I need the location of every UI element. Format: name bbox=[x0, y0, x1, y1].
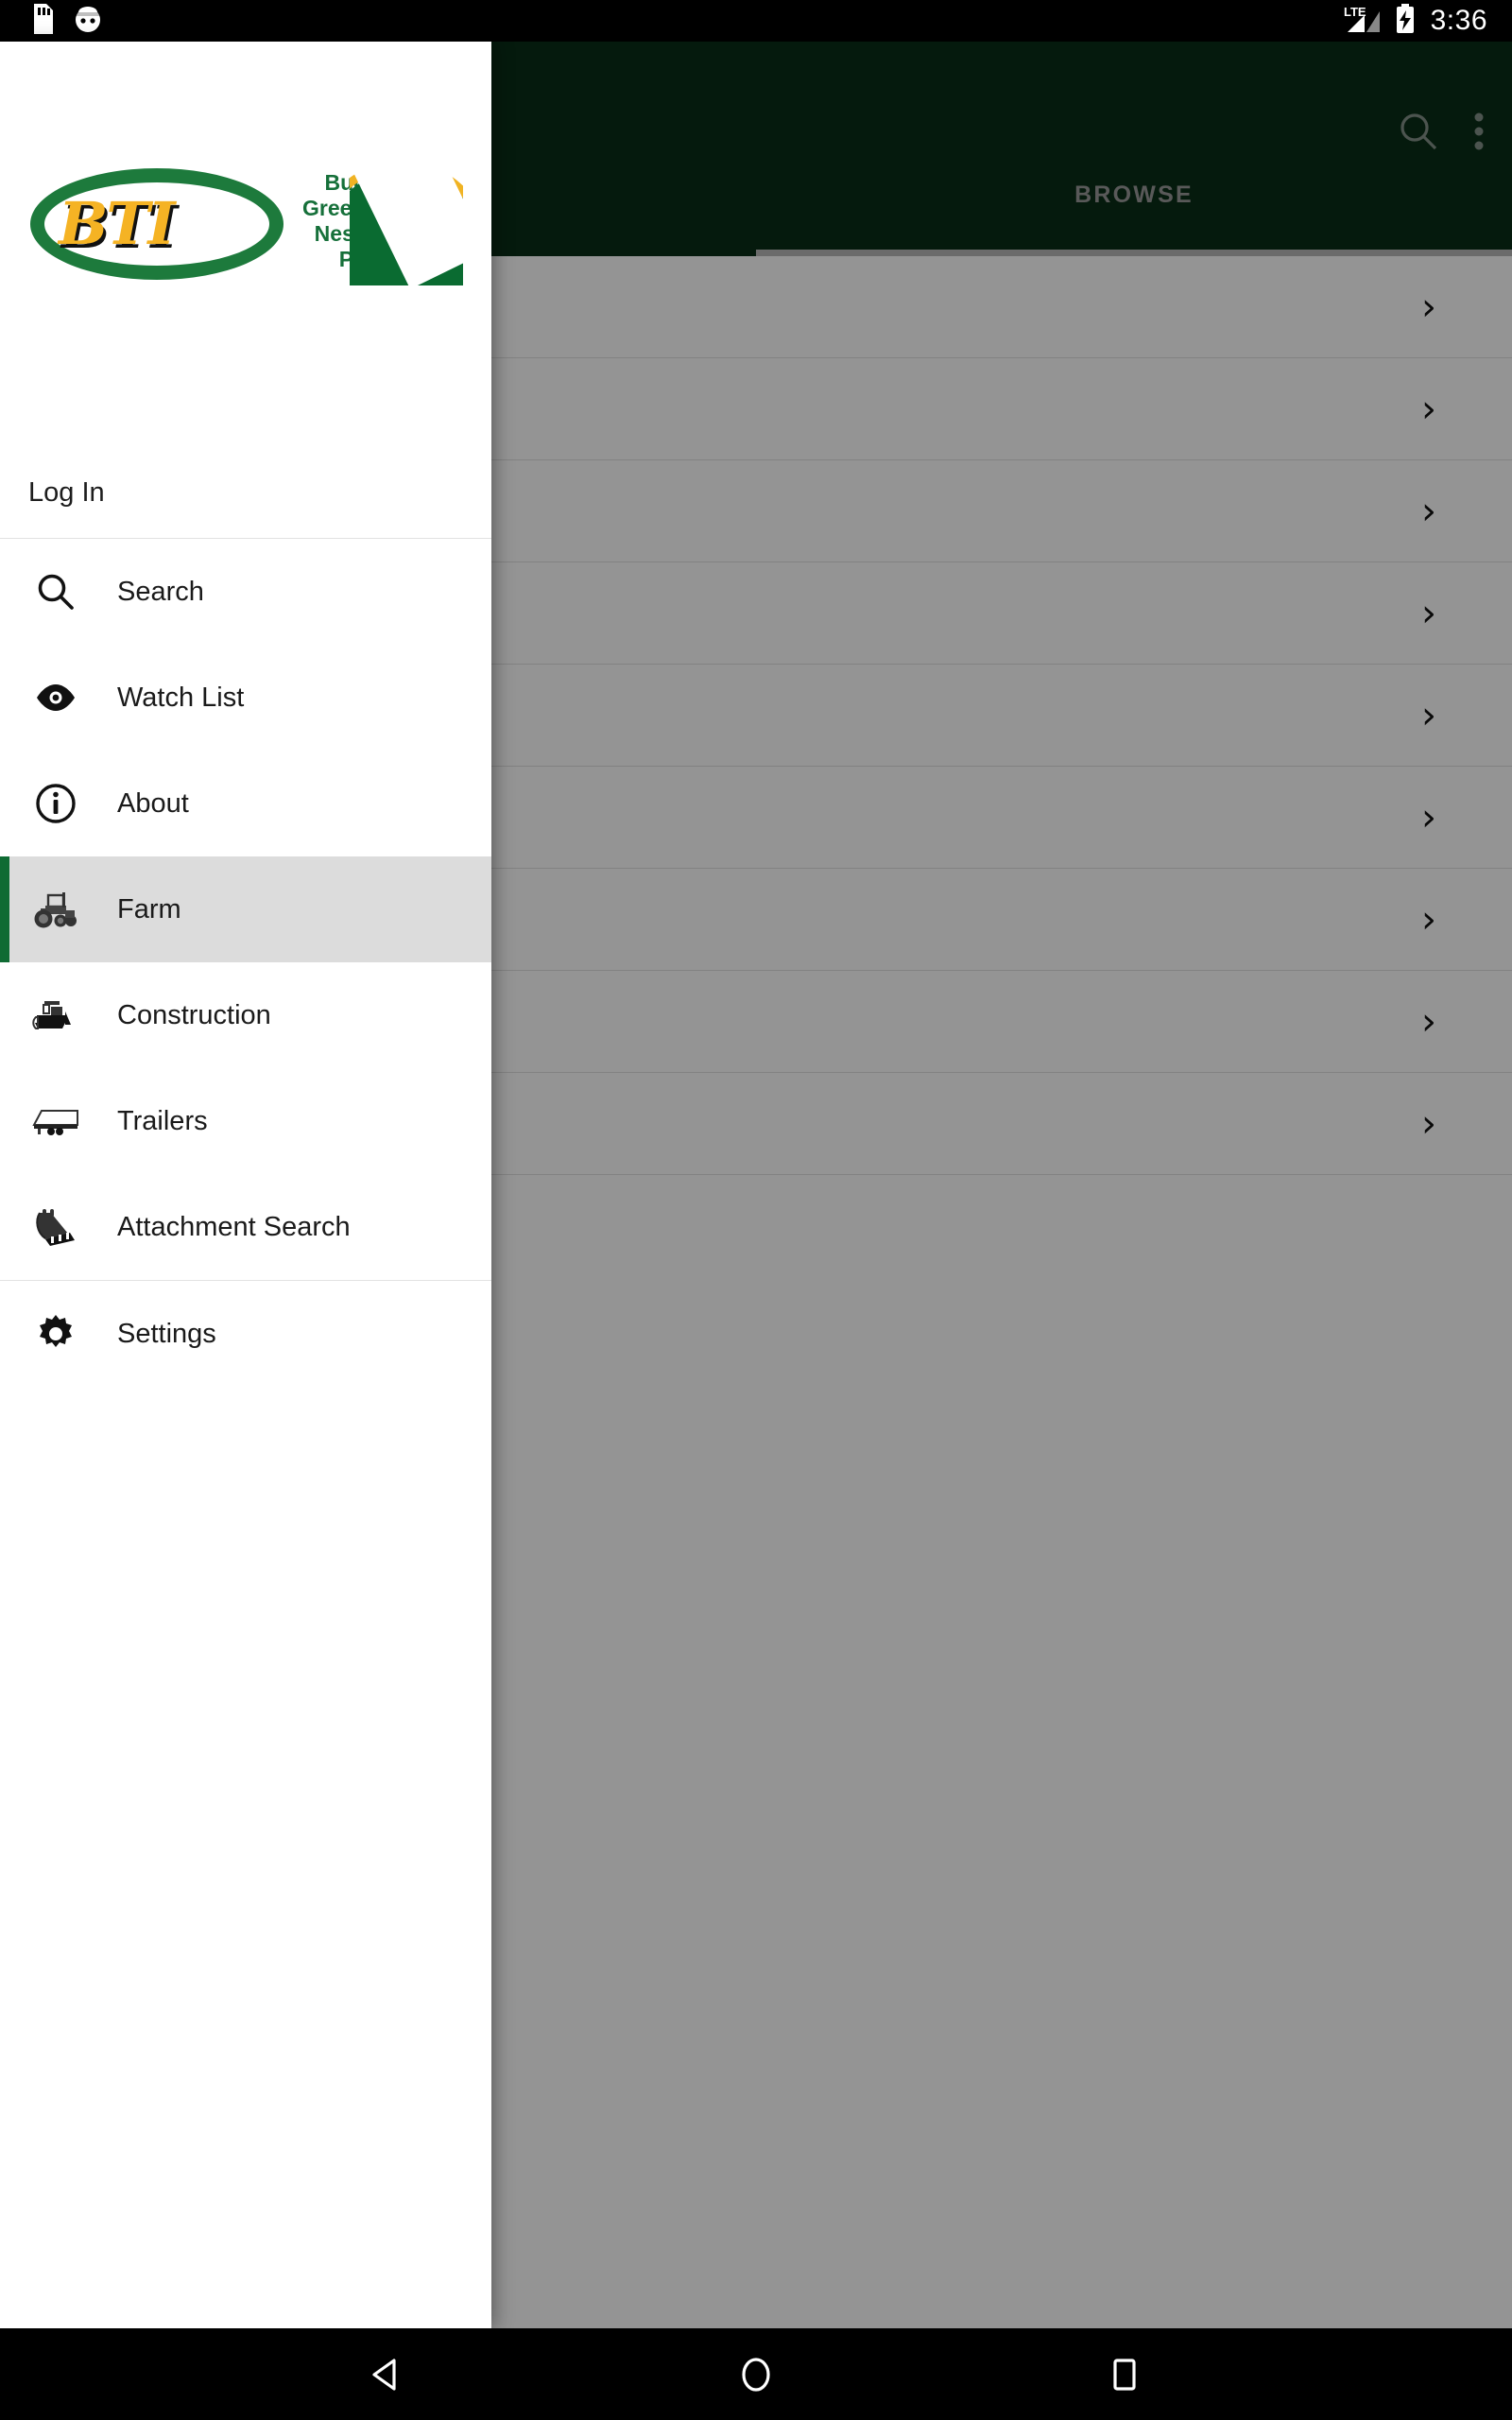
search-icon[interactable] bbox=[1397, 110, 1440, 158]
tractor-icon bbox=[28, 882, 83, 937]
eye-icon bbox=[28, 670, 83, 725]
sidebar-item-search[interactable]: Search bbox=[0, 539, 491, 645]
back-triangle-icon[interactable] bbox=[345, 2332, 430, 2417]
login-label: Log In bbox=[28, 477, 105, 508]
phone-screen: LTE 3:36 BROWSE › › › › › › › › › BTI Ne… bbox=[0, 0, 1512, 2420]
android-head-icon bbox=[74, 5, 102, 38]
navigation-drawer: BTI Bucklin Greensburg Ness City Pratt L… bbox=[0, 42, 491, 2328]
tab-browse[interactable]: BROWSE bbox=[756, 169, 1512, 256]
drawer-header: BTI Bucklin Greensburg Ness City Pratt bbox=[0, 42, 491, 448]
status-bar-left-icons bbox=[15, 3, 102, 39]
status-bar-clock: 3:36 bbox=[1430, 5, 1487, 36]
chevron-right-icon: › bbox=[1421, 795, 1436, 839]
drawer-settings-section: Settings bbox=[0, 1281, 491, 1387]
chevron-right-icon: › bbox=[1421, 387, 1436, 431]
tab-indicator bbox=[756, 250, 1512, 256]
sd-card-icon bbox=[28, 3, 53, 39]
battery-charging-icon bbox=[1395, 3, 1416, 39]
chevron-right-icon: › bbox=[1421, 285, 1436, 329]
status-bar-right: LTE 3:36 bbox=[1344, 3, 1497, 39]
search-icon bbox=[28, 564, 83, 619]
system-navigation-bar bbox=[0, 2328, 1512, 2420]
recents-square-icon[interactable] bbox=[1082, 2332, 1167, 2417]
info-circle-icon bbox=[28, 776, 83, 831]
bulldozer-icon bbox=[28, 988, 83, 1043]
tab-browse-label: BROWSE bbox=[1074, 182, 1194, 208]
gear-icon bbox=[28, 1306, 83, 1361]
status-bar: LTE 3:36 bbox=[0, 0, 1512, 42]
excavator-bucket-icon bbox=[28, 1200, 83, 1254]
sidebar-item-label: Settings bbox=[117, 1318, 216, 1349]
home-circle-icon[interactable] bbox=[713, 2332, 799, 2417]
logo-monogram: BTI bbox=[59, 189, 176, 258]
bti-logo: BTI Bucklin Greensburg Ness City Pratt bbox=[26, 163, 463, 285]
sidebar-item-label: Farm bbox=[117, 893, 181, 925]
sidebar-item-label: Attachment Search bbox=[117, 1211, 351, 1242]
sidebar-item-trailers[interactable]: Trailers bbox=[0, 1068, 491, 1174]
drawer-primary-section: Search Watch List About Farm Constructio… bbox=[0, 539, 491, 1280]
sidebar-item-label: Construction bbox=[117, 999, 271, 1030]
chevron-right-icon: › bbox=[1421, 591, 1436, 635]
chevron-right-icon: › bbox=[1421, 489, 1436, 533]
lte-signal-icon: LTE bbox=[1344, 4, 1385, 39]
chevron-right-icon: › bbox=[1421, 897, 1436, 942]
logo-swoosh-graphic bbox=[350, 163, 463, 285]
sidebar-item-settings[interactable]: Settings bbox=[0, 1281, 491, 1387]
login-item[interactable]: Log In bbox=[0, 448, 491, 539]
sidebar-item-about[interactable]: About bbox=[0, 751, 491, 856]
sidebar-item-label: About bbox=[117, 787, 189, 819]
chevron-right-icon: › bbox=[1421, 1101, 1436, 1146]
sidebar-item-label: Search bbox=[117, 576, 204, 607]
sidebar-item-label: Watch List bbox=[117, 682, 245, 713]
sidebar-item-label: Trailers bbox=[117, 1105, 208, 1136]
trailer-icon bbox=[28, 1094, 83, 1149]
chevron-right-icon: › bbox=[1421, 693, 1436, 737]
sidebar-item-farm[interactable]: Farm bbox=[0, 856, 491, 962]
chevron-right-icon: › bbox=[1421, 999, 1436, 1044]
sidebar-item-construction[interactable]: Construction bbox=[0, 962, 491, 1068]
more-vertical-icon[interactable] bbox=[1472, 110, 1486, 158]
sidebar-item-attachment-search[interactable]: Attachment Search bbox=[0, 1174, 491, 1280]
app-bar-actions bbox=[1397, 110, 1486, 158]
sidebar-item-watch-list[interactable]: Watch List bbox=[0, 645, 491, 751]
